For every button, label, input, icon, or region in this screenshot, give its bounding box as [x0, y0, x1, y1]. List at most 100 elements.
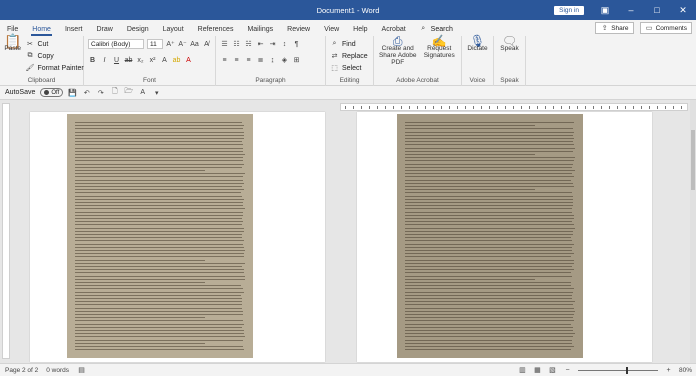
strikethrough-icon[interactable]: ab	[124, 57, 133, 64]
font-name-combo[interactable]: Calibri (Body)	[88, 39, 144, 49]
close-icon[interactable]: ✕	[670, 0, 696, 20]
sort-icon[interactable]: ↕	[280, 41, 289, 48]
tab-home[interactable]: Home	[25, 26, 58, 36]
tab-mailings[interactable]: Mailings	[240, 26, 280, 36]
line-spacing-icon[interactable]: ↨	[268, 57, 277, 64]
format-icon[interactable]: A	[138, 89, 147, 96]
zoom-slider[interactable]	[578, 370, 658, 371]
ruler-tick	[601, 106, 602, 109]
dictate-label: Dictate	[467, 45, 487, 52]
highlight-icon[interactable]: ab	[172, 57, 181, 64]
shading-icon[interactable]: ◈	[280, 56, 289, 64]
editing-label: Editing	[326, 77, 373, 84]
tab-draw[interactable]: Draw	[89, 26, 119, 36]
undo-icon[interactable]: ↶	[82, 89, 91, 97]
find-button[interactable]: ⌕ Find	[330, 38, 369, 50]
justify-icon[interactable]: ≣	[256, 56, 265, 64]
align-center-icon[interactable]: ≡	[232, 57, 241, 64]
font-color-icon[interactable]: A	[184, 57, 193, 64]
paste-button[interactable]: 📋 Paste	[4, 38, 21, 74]
open-icon[interactable]: 🗁	[124, 87, 133, 98]
replace-button[interactable]: ⇄ Replace	[330, 50, 369, 62]
format-painter-button[interactable]: 🖌 Format Painter	[25, 62, 83, 74]
scan-text-line	[75, 244, 243, 245]
tab-help[interactable]: Help	[346, 26, 374, 36]
comments-button[interactable]: ▭ Comments	[640, 22, 692, 34]
tab-layout[interactable]: Layout	[156, 26, 191, 36]
zoom-out-icon[interactable]: −	[563, 367, 572, 374]
scan-text-line	[405, 311, 575, 312]
zoom-level[interactable]: 80%	[679, 367, 692, 374]
request-signatures-button[interactable]: ✍ Request Signatures	[421, 38, 457, 66]
minimize-icon[interactable]: –	[618, 0, 644, 20]
maximize-icon[interactable]: □	[644, 0, 670, 20]
bullets-icon[interactable]: ☰	[220, 40, 229, 48]
clear-format-icon[interactable]: A̸	[202, 41, 211, 48]
scanned-image-left[interactable]	[67, 114, 253, 358]
scanned-image-right[interactable]	[397, 114, 583, 358]
share-button[interactable]: ⇪ Share	[595, 22, 633, 34]
cut-button[interactable]: ✂ Cut	[25, 38, 83, 50]
copy-button[interactable]: ⧉ Copy	[25, 50, 83, 62]
word-count[interactable]: 0 words	[46, 367, 69, 374]
increase-indent-icon[interactable]: ⇥	[268, 40, 277, 48]
proofing-icon[interactable]: ▤	[77, 366, 86, 374]
redo-icon[interactable]: ↷	[96, 89, 105, 97]
pilcrow-icon[interactable]: ¶	[292, 41, 301, 48]
select-button[interactable]: ⬚ Select	[330, 62, 369, 74]
scan-text-line	[405, 292, 573, 293]
subscript-icon[interactable]: x₂	[136, 57, 145, 64]
numbering-icon[interactable]: ☷	[232, 40, 241, 48]
italic-icon[interactable]: I	[100, 57, 109, 64]
vertical-scrollbar[interactable]	[690, 100, 696, 363]
zoom-slider-thumb[interactable]	[626, 367, 628, 374]
tab-design[interactable]: Design	[120, 26, 156, 36]
scan-text-line	[75, 292, 244, 293]
print-preview-icon[interactable]: 🗋	[110, 87, 119, 98]
create-share-pdf-button[interactable]: ⎙ Create and Share Adobe PDF	[378, 38, 417, 66]
scan-text-line	[405, 304, 573, 305]
sign-in-button[interactable]: Sign in	[554, 6, 584, 15]
read-mode-icon[interactable]: ▥	[518, 366, 527, 374]
grow-font-icon[interactable]: A⁺	[166, 40, 175, 48]
zoom-in-icon[interactable]: +	[664, 367, 673, 374]
scan-text-line	[405, 148, 575, 149]
print-layout-icon[interactable]: ▦	[533, 366, 542, 374]
scan-text-line	[405, 333, 575, 334]
multilevel-list-icon[interactable]: ☵	[244, 40, 253, 48]
speak-button[interactable]: 🗨 Speak	[498, 38, 521, 52]
dictate-button[interactable]: 🎙 Dictate	[466, 38, 489, 52]
voice-group: 🎙 Dictate Voice	[462, 36, 494, 86]
share-label: Share	[611, 25, 628, 32]
document-workspace[interactable]	[0, 100, 696, 363]
autosave-toggle[interactable]: Off	[40, 88, 63, 97]
ruler-tick	[537, 106, 538, 109]
scrollbar-thumb[interactable]	[691, 130, 695, 190]
signature-icon: ✍	[432, 38, 447, 45]
save-icon[interactable]: 💾	[68, 89, 77, 97]
customize-toolbar-icon[interactable]: ▾	[152, 89, 161, 97]
tab-insert[interactable]: Insert	[58, 26, 90, 36]
scan-text-line	[405, 167, 572, 168]
tab-review[interactable]: Review	[280, 26, 317, 36]
text-effects-icon[interactable]: A	[160, 57, 169, 64]
bold-icon[interactable]: B	[88, 57, 97, 64]
ribbon-display-icon[interactable]: ▣	[592, 0, 618, 20]
page-1[interactable]	[30, 112, 325, 362]
tab-references[interactable]: References	[191, 26, 241, 36]
superscript-icon[interactable]: x²	[148, 57, 157, 64]
borders-icon[interactable]: ⊞	[292, 56, 301, 64]
align-left-icon[interactable]: ≡	[220, 57, 229, 64]
shrink-font-icon[interactable]: A⁻	[178, 40, 187, 48]
web-layout-icon[interactable]: ▧	[548, 366, 557, 374]
scan-text-line	[75, 125, 244, 126]
font-size-combo[interactable]: 11	[147, 39, 163, 49]
decrease-indent-icon[interactable]: ⇤	[256, 40, 265, 48]
underline-icon[interactable]: U	[112, 57, 121, 64]
page-count[interactable]: Page 2 of 2	[5, 367, 38, 374]
scan-text-line	[405, 205, 573, 206]
page-2[interactable]	[357, 112, 652, 362]
change-case-icon[interactable]: Aa	[190, 41, 199, 48]
align-right-icon[interactable]: ≡	[244, 57, 253, 64]
tab-view[interactable]: View	[317, 26, 346, 36]
